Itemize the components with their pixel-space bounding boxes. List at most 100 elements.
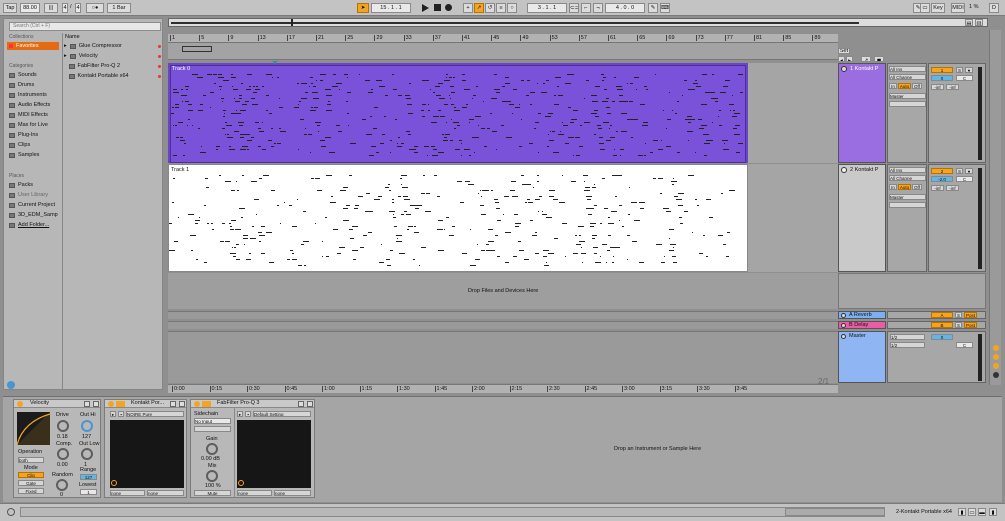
- fabfilter-power-icon[interactable]: [194, 401, 200, 407]
- outlow-knob[interactable]: [81, 448, 93, 460]
- kontakt-lock-icon[interactable]: ▪: [118, 411, 124, 417]
- browser-toggle-icon[interactable]: [7, 381, 15, 389]
- send-toggle-icon[interactable]: ◼: [874, 56, 884, 62]
- next-locator-icon[interactable]: ▸: [846, 56, 853, 62]
- fabfilter-save-icon[interactable]: [298, 401, 304, 407]
- fabfilter-knob-icon[interactable]: [238, 480, 244, 486]
- operation-select[interactable]: both: [18, 457, 44, 463]
- master-pan[interactable]: C: [956, 342, 973, 348]
- kontakt-expand-icon[interactable]: [179, 401, 185, 407]
- sidebar-item-samples[interactable]: Samples: [9, 152, 39, 158]
- track0-send-a[interactable]: -inf: [931, 84, 944, 90]
- sidebar-item-current-project[interactable]: Current Project: [9, 202, 55, 208]
- sidebar-item-drums[interactable]: Drums: [9, 82, 34, 88]
- overview-fit-icon[interactable]: ▥: [975, 19, 983, 26]
- track1-channel-select[interactable]: All Channe: [889, 175, 926, 181]
- set-button[interactable]: Set: [838, 48, 850, 54]
- track0-pan[interactable]: C: [956, 75, 973, 81]
- mode-gate-button[interactable]: Gate: [18, 480, 44, 486]
- gain-knob[interactable]: [206, 443, 218, 455]
- search-input[interactable]: Search (Ctrl + F): [9, 22, 161, 31]
- sidebar-item-audio-effects[interactable]: Audio Effects: [9, 102, 50, 108]
- punch-in-icon[interactable]: ⌐: [581, 3, 591, 13]
- track0-output-select[interactable]: Master: [889, 93, 926, 99]
- detail-view-icon[interactable]: ▬: [978, 508, 986, 516]
- range-value[interactable]: 127: [80, 474, 97, 480]
- return-a-solo[interactable]: S: [955, 312, 962, 318]
- master-header[interactable]: Master: [838, 331, 886, 383]
- sidebar-item-packs[interactable]: Packs: [9, 182, 33, 188]
- sidechain-sub-select[interactable]: [194, 426, 231, 432]
- sig-denominator[interactable]: 4: [75, 3, 81, 13]
- track1-send-b[interactable]: -inf: [946, 185, 959, 191]
- velocity-curve-graph[interactable]: [17, 412, 50, 445]
- record-icon[interactable]: [445, 4, 452, 11]
- locator-lane[interactable]: [168, 43, 838, 60]
- track1-output-select[interactable]: Master: [889, 194, 926, 200]
- track1-header[interactable]: 2 Kontakt P: [838, 164, 886, 272]
- sidebar-item-3d-edm[interactable]: 3D_EDM_Samp: [9, 212, 58, 218]
- outhi-knob[interactable]: [81, 420, 93, 432]
- random-knob[interactable]: [56, 479, 68, 491]
- kontakt-param-2[interactable]: none: [147, 490, 184, 496]
- master-volume[interactable]: 0: [931, 334, 953, 340]
- master-ratio-2[interactable]: 1/2: [890, 342, 925, 348]
- master-activator-icon[interactable]: [841, 334, 846, 339]
- return-b-name[interactable]: B Delay: [849, 322, 868, 328]
- midi-indicator-icon[interactable]: ▮: [989, 508, 997, 516]
- kontakt-toggle-icon[interactable]: ▸: [110, 411, 116, 417]
- mute-button[interactable]: Mute: [194, 490, 231, 496]
- track0-clip[interactable]: Track 0: [170, 65, 746, 163]
- midi-button[interactable]: MIDI: [951, 3, 965, 13]
- key-map-icon[interactable]: ⌨: [660, 3, 670, 13]
- add-folder-link[interactable]: Add Folder...: [9, 222, 49, 228]
- sidebar-item-user-library[interactable]: User Library: [9, 192, 48, 198]
- status-mini-overview[interactable]: [785, 508, 885, 516]
- sidebar-item-plugins[interactable]: Plug-Ins: [9, 132, 38, 138]
- return-a-activator-icon[interactable]: [841, 313, 846, 318]
- overview-bar[interactable]: [168, 18, 988, 27]
- browser-item-kontakt[interactable]: Kontakt Portable x64: [64, 73, 161, 79]
- track1-volume[interactable]: -2.0: [931, 176, 953, 182]
- sidebar-item-midi-effects[interactable]: MIDI Effects: [9, 112, 48, 118]
- velocity-expand-icon[interactable]: [93, 401, 99, 407]
- capture-icon[interactable]: ≡: [496, 3, 506, 13]
- fabfilter-wrench-icon[interactable]: [202, 401, 211, 407]
- metronome-button[interactable]: |||: [44, 3, 58, 13]
- return-a-header[interactable]: A Reverb: [838, 311, 886, 319]
- track1-mon-in[interactable]: In: [889, 184, 897, 190]
- re-enable-icon[interactable]: ↺: [485, 3, 495, 13]
- zoom-in-icon[interactable]: [993, 345, 999, 351]
- keyboard-icon[interactable]: ▭: [920, 3, 930, 13]
- track1-number[interactable]: 2: [931, 168, 953, 174]
- stop-icon[interactable]: [434, 4, 441, 11]
- track1-arm-icon[interactable]: ●: [965, 168, 973, 174]
- track0-input-select[interactable]: All Ins: [889, 66, 926, 72]
- return-a-letter[interactable]: A: [931, 312, 953, 318]
- track1-output-channel[interactable]: [889, 202, 926, 208]
- punch-out-icon[interactable]: ¬: [593, 3, 603, 13]
- fabfilter-expand-icon[interactable]: [307, 401, 313, 407]
- track0-number[interactable]: 1: [931, 67, 953, 73]
- right-scrollbar[interactable]: [989, 30, 1001, 385]
- velocity-save-icon[interactable]: [84, 401, 90, 407]
- arrange-toggle-icon[interactable]: [993, 363, 999, 369]
- track1-solo[interactable]: S: [956, 168, 963, 174]
- comp-knob[interactable]: [57, 448, 69, 460]
- draw-mode-icon[interactable]: ✎: [648, 3, 658, 13]
- browser-item-velocity[interactable]: ▸ Velocity: [64, 53, 161, 59]
- return-b-solo[interactable]: S: [955, 322, 962, 328]
- clip-view-icon[interactable]: ▭: [968, 508, 976, 516]
- track1-pan[interactable]: C: [956, 176, 973, 182]
- track1-activator-icon[interactable]: [841, 167, 847, 173]
- fabfilter-toggle-icon[interactable]: ▸: [237, 411, 243, 417]
- follow-icon[interactable]: ➤: [357, 3, 369, 13]
- loop-length-field[interactable]: 4 . 0 . 0: [605, 3, 645, 13]
- track0-activator-icon[interactable]: [841, 66, 847, 72]
- io-toggle-icon[interactable]: ↗: [861, 56, 871, 62]
- kontakt-save-icon[interactable]: [170, 401, 176, 407]
- fabfilter-param-2[interactable]: none: [274, 490, 311, 496]
- instrument-drop-zone[interactable]: Drop an Instrument or Sample Here: [318, 399, 1002, 498]
- track0-channel-select[interactable]: All Channe: [889, 74, 926, 80]
- tap-button[interactable]: Tap: [3, 3, 17, 13]
